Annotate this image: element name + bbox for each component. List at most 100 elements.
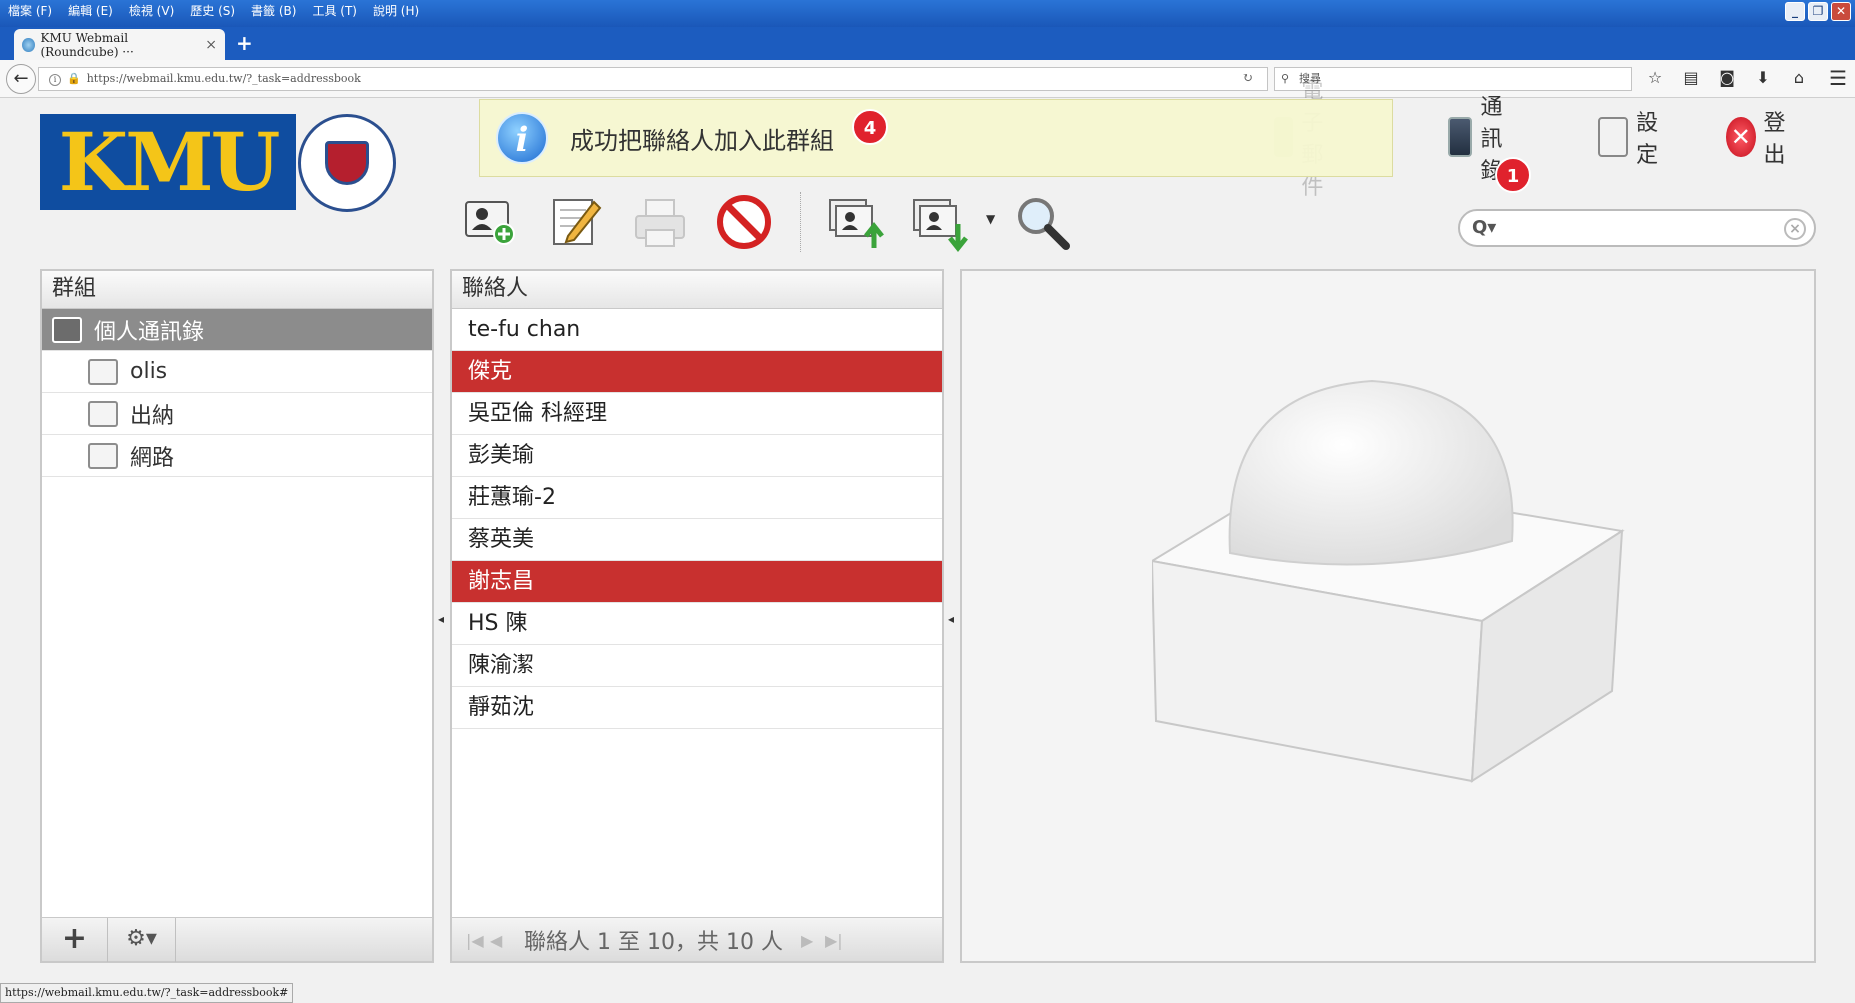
browser-tab[interactable]: KMU Webmail (Roundcube) ··· × <box>14 29 225 60</box>
contact-list: te-fu chan 傑克 吳亞倫 科經理 彭美瑜 莊蕙瑜-2 蔡英美 謝志昌 … <box>452 309 942 729</box>
contacts-footer: |◀ ◀ 聯絡人 1 至 10，共 10 人 ▶ ▶| <box>452 917 942 961</box>
url-bar[interactable]: i 🔒 https://webmail.kmu.edu.tw/?_task=addr… <box>38 67 1268 91</box>
contact-row[interactable]: 吳亞倫 科經理 <box>452 393 942 435</box>
roundcube-watermark-icon <box>1152 379 1625 783</box>
contact-row[interactable]: 謝志昌 <box>452 561 942 603</box>
navigation-bar: ← i 🔒 https://webmail.kmu.edu.tw/?_task=ad… <box>0 60 1855 98</box>
toolbar-separator <box>800 192 801 252</box>
notification-text: 成功把聯絡人加入此群組 <box>570 126 834 155</box>
badge-1: 1 <box>1495 157 1531 193</box>
groups-panel: 群組 個人通訊錄 olis 出納 網路 + ⚙▾ <box>40 269 434 963</box>
restore-button[interactable]: ❐ <box>1808 2 1828 21</box>
logo-text: KMU <box>58 115 281 209</box>
nav-addressbook[interactable]: 通訊錄 <box>1448 95 1518 184</box>
contacts-panel: 聯絡人 te-fu chan 傑克 吳亞倫 科經理 彭美瑜 莊蕙瑜-2 蔡英美 … <box>450 269 944 963</box>
new-tab-button[interactable]: + <box>236 31 253 55</box>
groups-header: 群組 <box>42 271 432 309</box>
contact-preview-panel <box>960 269 1816 963</box>
previous-page-icon[interactable]: ◀ <box>490 931 514 950</box>
group-options-button[interactable]: ⚙▾ <box>108 918 176 962</box>
export-button[interactable] <box>910 192 970 253</box>
quick-search-box: Q▾ × <box>1458 209 1816 247</box>
first-page-icon[interactable]: |◀ <box>466 931 490 950</box>
home-icon[interactable]: ⌂ <box>1788 68 1810 87</box>
groups-splitter-handle[interactable]: ◂ <box>438 612 446 626</box>
group-item[interactable]: olis <box>42 351 432 393</box>
pocket-icon[interactable]: ◙ <box>1716 68 1738 87</box>
contact-row[interactable]: HS 陳 <box>452 603 942 645</box>
delete-contact-button[interactable] <box>714 192 774 252</box>
groups-footer: + ⚙▾ <box>42 917 432 962</box>
printer-icon <box>635 199 685 247</box>
print-button[interactable] <box>630 192 690 252</box>
search-options-icon[interactable]: Q▾ <box>1472 217 1496 238</box>
bookmark-star-icon[interactable]: ☆ <box>1644 68 1666 87</box>
contact-row[interactable]: 莊蕙瑜-2 <box>452 477 942 519</box>
menu-history[interactable]: 歷史 (S) <box>182 0 243 20</box>
group-label: 出納 <box>130 403 175 429</box>
hamburger-menu-icon[interactable]: ☰ <box>1829 66 1847 90</box>
tab-title: KMU Webmail (Roundcube) ··· <box>40 30 134 59</box>
download-icon[interactable]: ⬇ <box>1752 68 1774 87</box>
window-titlebar: 檔案 (F) 編輯 (E) 檢視 (V) 歷史 (S) 書籤 (B) 工具 (T… <box>0 0 1855 27</box>
browser-toolbar-icons: ☆ ▤ ◙ ⬇ ⌂ <box>1644 68 1810 87</box>
add-contact-icon <box>465 201 515 245</box>
nav-settings[interactable]: 設定 <box>1598 111 1668 168</box>
group-label: 網路 <box>130 445 175 471</box>
menu-bar: 檔案 (F) 編輯 (E) 檢視 (V) 歷史 (S) 書籤 (B) 工具 (T… <box>0 0 427 20</box>
nav-settings-label: 設定 <box>1636 111 1659 168</box>
contact-row[interactable]: 陳渝潔 <box>452 645 942 687</box>
info-icon[interactable]: i <box>49 74 61 86</box>
nav-logout[interactable]: ✕ 登出 <box>1726 111 1796 168</box>
logout-icon: ✕ <box>1726 117 1756 157</box>
shield-icon <box>325 141 369 185</box>
add-contact-button[interactable] <box>460 192 520 252</box>
contacts-header: 聯絡人 <box>452 271 942 309</box>
tab-close-icon[interactable]: × <box>205 37 217 53</box>
contact-row[interactable]: 彭美瑜 <box>452 435 942 477</box>
last-page-icon[interactable]: ▶| <box>825 931 849 950</box>
menu-view[interactable]: 檢視 (V) <box>121 0 182 20</box>
menu-help[interactable]: 說明 (H) <box>365 0 427 20</box>
import-button[interactable] <box>826 192 886 252</box>
menu-bookmarks[interactable]: 書籤 (B) <box>243 0 304 20</box>
search-reset-icon[interactable]: × <box>1784 218 1806 240</box>
badge-4: 4 <box>852 109 888 145</box>
import-icon <box>829 199 884 248</box>
next-page-icon[interactable]: ▶ <box>801 931 825 950</box>
back-button[interactable]: ← <box>6 64 36 94</box>
group-item[interactable]: 出納 <box>42 393 432 435</box>
globe-icon <box>22 37 35 52</box>
export-dropdown-icon[interactable]: ▼ <box>986 212 995 226</box>
addressbook-icon <box>52 316 82 343</box>
window-close-button[interactable]: ✕ <box>1831 2 1851 21</box>
kmu-logo[interactable]: KMU <box>40 114 296 210</box>
group-icon <box>88 358 118 385</box>
menu-tools[interactable]: 工具 (T) <box>304 0 365 20</box>
contact-row[interactable]: 靜茹沈 <box>452 687 942 729</box>
contact-row[interactable]: 傑克 <box>452 351 942 393</box>
window-controls: _ ❐ ✕ <box>1785 2 1851 21</box>
group-icon <box>88 400 118 427</box>
menu-file[interactable]: 檔案 (F) <box>0 0 60 20</box>
add-group-button[interactable]: + <box>42 918 108 962</box>
contact-row[interactable]: 蔡英美 <box>452 519 942 561</box>
reading-list-icon[interactable]: ▤ <box>1680 68 1702 87</box>
group-label: olis <box>130 359 168 384</box>
contacts-splitter-handle[interactable]: ◂ <box>948 612 956 626</box>
lock-icon: 🔒 <box>67 72 81 85</box>
advanced-search-button[interactable] <box>1012 192 1072 252</box>
edit-contact-button[interactable] <box>546 192 606 252</box>
contact-row[interactable]: te-fu chan <box>452 309 942 351</box>
addressbook-root[interactable]: 個人通訊錄 <box>42 309 432 351</box>
group-item[interactable]: 網路 <box>42 435 432 477</box>
minimize-button[interactable]: _ <box>1785 2 1805 21</box>
reload-icon[interactable]: ↻ <box>1242 68 1253 90</box>
menu-edit[interactable]: 編輯 (E) <box>60 0 121 20</box>
status-bar: https://webmail.kmu.edu.tw/?_task=addres… <box>0 983 294 1003</box>
quick-search-input[interactable] <box>1506 215 1776 241</box>
addressbook-icon <box>1448 117 1473 157</box>
delete-icon <box>717 195 771 249</box>
export-icon <box>913 199 968 253</box>
notification-message: i 成功把聯絡人加入此群組 <box>479 99 1393 177</box>
